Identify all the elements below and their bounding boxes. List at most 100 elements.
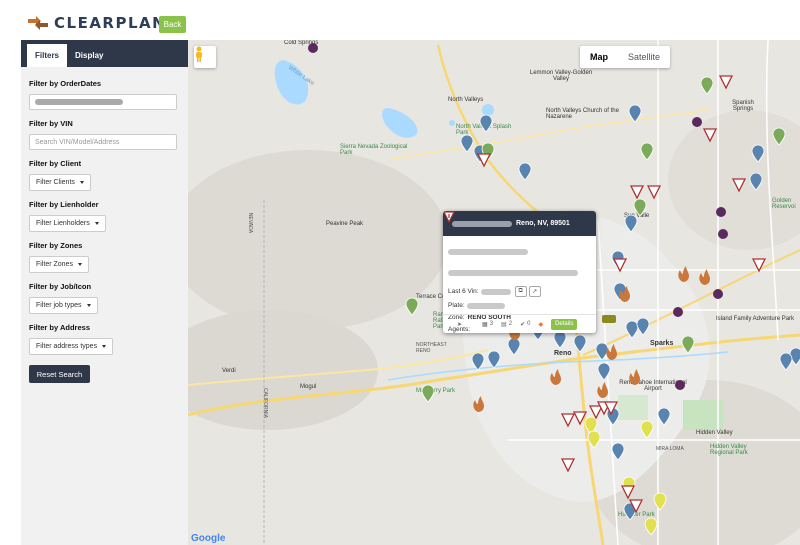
map-pin-icon[interactable] bbox=[460, 134, 474, 153]
redacted-value bbox=[452, 220, 512, 227]
map-type-map-button[interactable]: Map bbox=[580, 46, 618, 68]
map-pin-icon[interactable] bbox=[587, 430, 601, 449]
redacted-value bbox=[448, 249, 528, 255]
calendar-check-icon: ▤ bbox=[501, 321, 507, 328]
star-marker-icon[interactable] bbox=[308, 43, 318, 53]
details-button[interactable]: Details bbox=[551, 318, 578, 330]
redacted-value bbox=[480, 288, 511, 295]
warning-triangle-marker-icon[interactable] bbox=[751, 258, 767, 273]
count-2: 2 bbox=[508, 321, 513, 327]
map-pin-icon[interactable] bbox=[640, 420, 654, 439]
map-pin-icon[interactable] bbox=[628, 104, 642, 123]
map-pin-icon[interactable] bbox=[751, 144, 765, 163]
warning-triangle-marker-icon[interactable] bbox=[560, 413, 576, 428]
warning-triangle-marker-icon[interactable] bbox=[702, 128, 718, 143]
popup-vin-row: Last 6 Vin: ⧉ ↗ bbox=[448, 286, 591, 297]
star-marker-icon[interactable] bbox=[718, 229, 728, 239]
map-pin-icon[interactable] bbox=[518, 162, 532, 181]
lienholder-dropdown-text: Filter Lienholders bbox=[36, 220, 90, 227]
star-marker-icon[interactable] bbox=[716, 207, 726, 217]
map-canvas[interactable]: Cold Springs White Lake Lemmon Valley-Go… bbox=[188, 40, 800, 545]
star-marker-icon[interactable] bbox=[713, 289, 723, 299]
fire-marker-icon[interactable] bbox=[629, 369, 640, 385]
star-marker-icon[interactable] bbox=[675, 380, 685, 390]
caret-down-icon bbox=[102, 345, 107, 348]
map-pin-icon[interactable] bbox=[657, 407, 671, 426]
street-view-pegman-icon[interactable] bbox=[194, 46, 216, 68]
map-pin-icon[interactable] bbox=[479, 114, 493, 133]
map-pin-icon[interactable] bbox=[597, 362, 611, 381]
job-info-popup: Reno, NV, 89501 Last 6 Vin: ⧉ ↗ Plate: Zon… bbox=[443, 211, 596, 333]
map-pin-icon[interactable] bbox=[653, 492, 667, 511]
map-pin-icon[interactable] bbox=[553, 330, 567, 349]
zones-dropdown[interactable]: Filter Zones bbox=[29, 256, 89, 273]
map-type-satellite-button[interactable]: Satellite bbox=[618, 46, 670, 68]
job-dropdown-text: Filter job types bbox=[36, 302, 82, 309]
fire-marker-icon[interactable] bbox=[550, 369, 561, 385]
back-button[interactable]: Back bbox=[159, 16, 186, 33]
google-logo-text: Google bbox=[191, 533, 226, 544]
copy-icon[interactable]: ⧉ bbox=[514, 286, 527, 297]
job-dropdown[interactable]: Filter job types bbox=[29, 297, 98, 314]
vin-search-input[interactable]: Search VIN/Model/Address bbox=[29, 134, 177, 150]
reset-search-button[interactable]: Reset Search bbox=[29, 365, 90, 383]
map-pin-icon[interactable] bbox=[611, 442, 625, 461]
popup-header: Reno, NV, 89501 bbox=[443, 211, 596, 236]
map-pin-icon[interactable] bbox=[636, 317, 650, 336]
client-dropdown-text: Filter Clients bbox=[36, 179, 75, 186]
warning-triangle-marker-icon[interactable] bbox=[646, 185, 662, 200]
map-pin-icon[interactable] bbox=[405, 297, 419, 316]
map-type-control: Map Satellite bbox=[580, 46, 671, 68]
map-pin-icon[interactable] bbox=[644, 517, 658, 536]
map-pin-icon[interactable] bbox=[595, 342, 609, 361]
map-pin-icon[interactable] bbox=[487, 350, 501, 369]
vin-label: Filter by VIN bbox=[29, 119, 73, 128]
map-pin-icon[interactable] bbox=[640, 142, 654, 161]
warning-triangle-marker-icon[interactable] bbox=[718, 75, 734, 90]
tag-icon[interactable]: ◆ bbox=[538, 321, 543, 328]
tab-filters[interactable]: Filters bbox=[27, 44, 68, 67]
fire-marker-icon[interactable] bbox=[678, 266, 689, 282]
redacted-value bbox=[448, 270, 578, 276]
star-marker-icon[interactable] bbox=[692, 117, 702, 127]
warning-triangle-marker-icon[interactable] bbox=[620, 485, 636, 500]
order-dates-input[interactable] bbox=[29, 94, 177, 110]
map-pin-icon[interactable] bbox=[624, 214, 638, 233]
zones-label: Filter by Zones bbox=[29, 241, 83, 250]
top-bar: CLEARPLAN Back bbox=[0, 0, 800, 40]
map-pin-icon[interactable] bbox=[749, 172, 763, 191]
lienholder-dropdown[interactable]: Filter Lienholders bbox=[29, 215, 106, 232]
popup-plate-row: Plate: bbox=[448, 302, 591, 309]
map-pin-icon[interactable] bbox=[625, 320, 639, 339]
tab-display[interactable]: Display bbox=[67, 44, 111, 67]
warning-triangle-marker-icon[interactable] bbox=[629, 185, 645, 200]
map-pin-icon[interactable] bbox=[471, 352, 485, 371]
map-pin-icon[interactable] bbox=[772, 127, 786, 146]
map-pin-icon[interactable] bbox=[421, 384, 435, 403]
fire-marker-icon[interactable] bbox=[473, 396, 484, 412]
map-pin-icon[interactable] bbox=[573, 334, 587, 353]
order-dates-label: Filter by OrderDates bbox=[29, 79, 102, 88]
address-dropdown-text: Filter address types bbox=[36, 343, 98, 350]
fire-marker-icon[interactable] bbox=[606, 344, 617, 360]
warning-triangle-marker-icon[interactable] bbox=[731, 178, 747, 193]
fire-marker-icon[interactable] bbox=[699, 269, 710, 285]
client-dropdown[interactable]: Filter Clients bbox=[29, 174, 91, 191]
warning-triangle-marker-icon[interactable] bbox=[560, 458, 576, 473]
map-pin-icon[interactable] bbox=[779, 352, 793, 371]
warning-triangle-marker-icon[interactable] bbox=[572, 411, 588, 426]
map-pin-icon[interactable] bbox=[681, 335, 695, 354]
map-pin-icon[interactable] bbox=[700, 76, 714, 95]
external-link-icon[interactable]: ↗ bbox=[528, 286, 541, 297]
sidebar-tabs: Filters Display bbox=[21, 40, 188, 67]
map-pin-icon[interactable] bbox=[633, 198, 647, 217]
fire-marker-icon[interactable] bbox=[597, 382, 608, 398]
map-pin-icon[interactable] bbox=[507, 337, 521, 356]
filters-panel: Filter by OrderDates Filter by VIN Searc… bbox=[21, 67, 188, 383]
logo-text: CLEARPLAN bbox=[54, 14, 167, 32]
address-dropdown[interactable]: Filter address types bbox=[29, 338, 114, 355]
vin-label: Last 6 Vin: bbox=[448, 288, 479, 295]
navigate-arrow-icon[interactable]: ➤ bbox=[457, 321, 462, 328]
star-marker-icon[interactable] bbox=[673, 307, 683, 317]
vehicle-marker-icon[interactable] bbox=[602, 315, 616, 323]
